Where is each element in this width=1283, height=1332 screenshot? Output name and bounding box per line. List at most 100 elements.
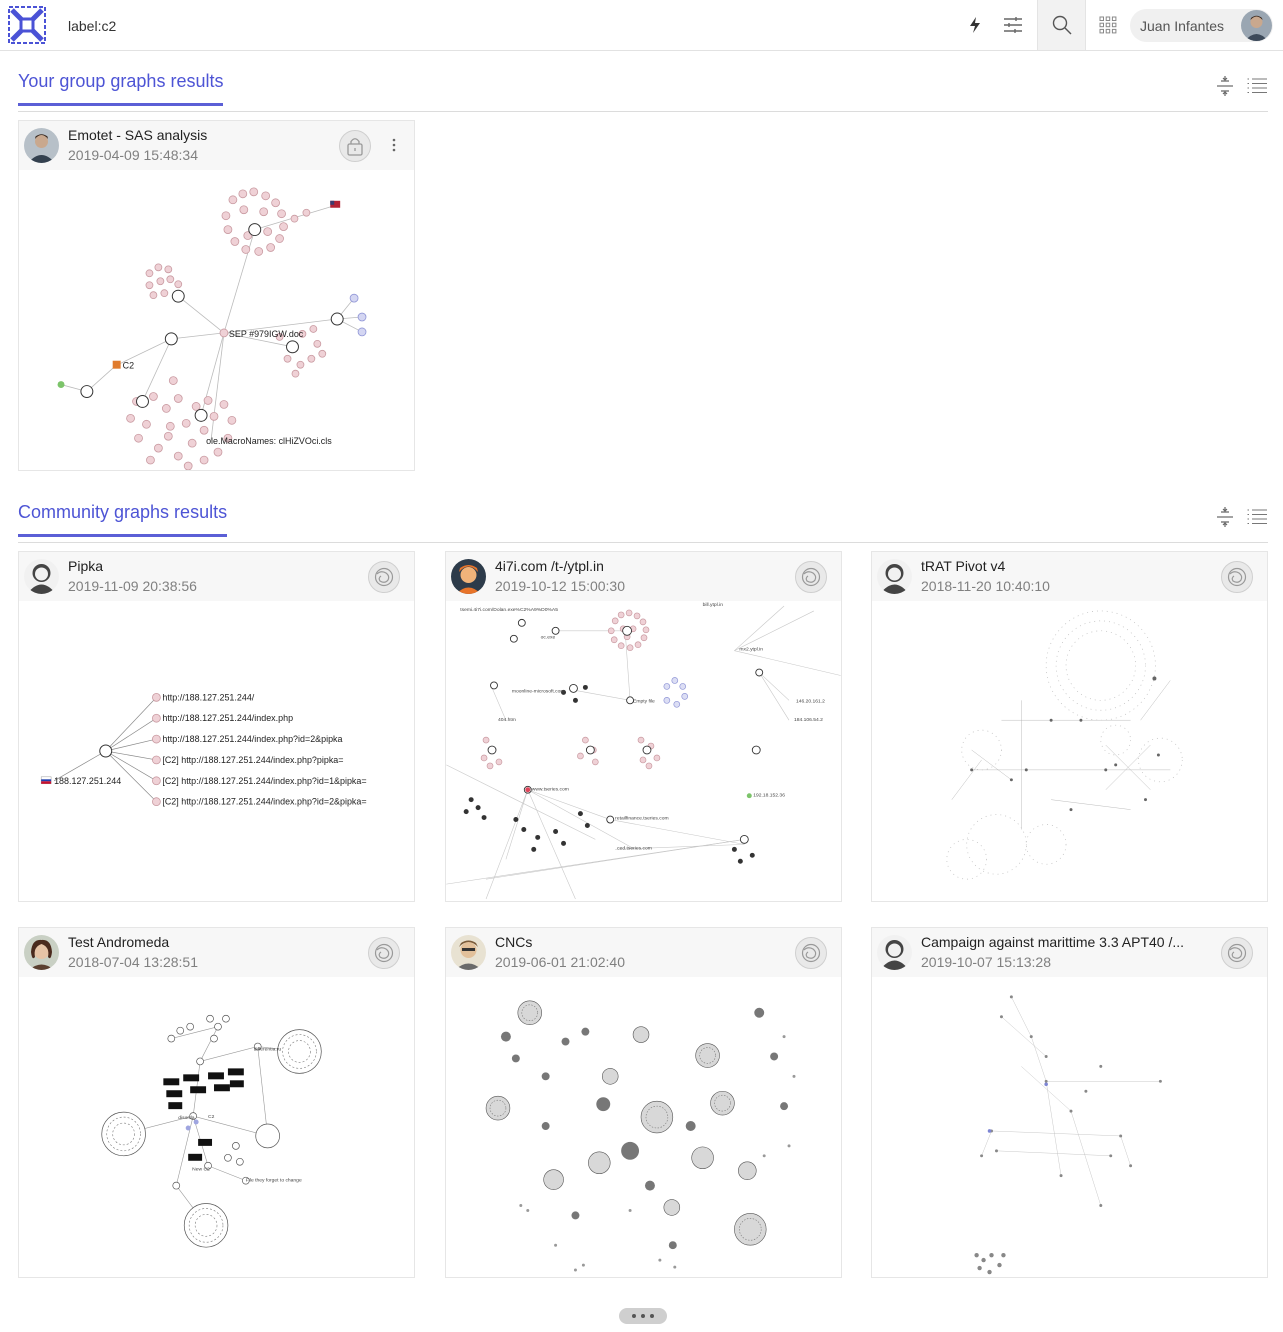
card-date: 2019-10-07 15:13:28 — [921, 954, 1051, 970]
community-section-header: Community graphs results — [18, 501, 1268, 543]
graph-label: oc.exe — [541, 636, 556, 641]
graph-label: SEP #979IGW.doc — [229, 329, 304, 339]
list-view-icon[interactable] — [1246, 506, 1268, 528]
card-title: Campaign against marittime 3.3 APT40 /..… — [921, 934, 1185, 950]
load-more-button[interactable] — [619, 1308, 667, 1324]
search-query[interactable]: label:c2 — [68, 0, 116, 50]
graph-label: tsemi.4i7i.com/Dolan.exe%C2%A9%D0%A5 — [460, 607, 558, 613]
card-title: Pipka — [68, 558, 104, 574]
graph-label: disorda — [178, 1115, 194, 1121]
graph-label: 184.106.54.2 — [794, 717, 823, 723]
group-section-header: Your group graphs results — [18, 70, 1268, 112]
graph-preview[interactable] — [872, 601, 1267, 901]
collapse-icon[interactable] — [1214, 75, 1236, 97]
community-icon — [1221, 937, 1253, 969]
card-title: 4i7i.com /t-/ytpl.in — [495, 558, 604, 574]
card-date: 2018-07-04 13:28:51 — [68, 954, 198, 970]
avatar — [24, 128, 59, 163]
graph-label: www.tseries.com — [532, 787, 569, 793]
graph-card-cncs[interactable]: CNCs 2019-06-01 21:02:40 — [445, 927, 842, 1278]
card-header: 4i7i.com /t-/ytpl.in 2019-10-12 15:00:30 — [446, 552, 841, 601]
list-view-icon[interactable] — [1246, 75, 1268, 97]
graph-label: bill.ytpl.in — [703, 602, 724, 608]
avatar — [877, 559, 912, 594]
collapse-icon[interactable] — [1214, 506, 1236, 528]
graph-card-andromeda[interactable]: Test Andromeda 2018-07-04 13:28:51 diffe… — [18, 927, 415, 1278]
logo-icon[interactable] — [0, 0, 54, 50]
community-icon — [795, 561, 827, 593]
card-date: 2018-11-20 10:40:10 — [921, 578, 1050, 594]
graph-label: http://188.127.251.244/ — [162, 692, 254, 702]
community-icon — [368, 561, 400, 593]
group-section-title[interactable]: Your group graphs results — [18, 70, 224, 106]
card-title: Test Andromeda — [68, 934, 170, 950]
card-title: tRAT Pivot v4 — [921, 558, 1006, 574]
graph-preview[interactable] — [446, 977, 841, 1277]
graph-label: 404.htm — [498, 717, 516, 723]
graph-label: File they forget to change — [246, 1178, 302, 1184]
card-date: 2019-06-01 21:02:40 — [495, 954, 625, 970]
card-header: Pipka 2019-11-09 20:38:56 — [19, 552, 414, 601]
graph-preview[interactable]: tsemi.4i7i.com/Dolan.exe%C2%A9%D0%A5 oc.… — [446, 601, 841, 901]
graph-label: [C2] http://188.127.251.244/index.php?id… — [162, 776, 366, 786]
user-menu[interactable]: Juan Infantes — [1130, 9, 1273, 42]
graph-label: ced.tseries.com — [617, 845, 652, 851]
card-title: Emotet - SAS analysis — [68, 127, 208, 143]
graph-label: New C2 — [192, 1167, 210, 1173]
avatar — [451, 935, 486, 970]
card-date: 2019-04-09 15:48:34 — [68, 147, 198, 163]
graph-label: http://188.127.251.244/index.php?id=2&pi… — [162, 734, 342, 744]
graph-label: http://188.127.251.244/index.php — [162, 713, 293, 723]
graph-label: differentia.ru — [254, 1047, 282, 1053]
graph-preview[interactable]: SEP #979IGW.doc C2 ole.MacroNames: clHiZ… — [19, 170, 414, 470]
graph-label: 146.20.161.2 — [796, 698, 825, 704]
graph-card-4i7i[interactable]: 4i7i.com /t-/ytpl.in 2019-10-12 15:00:30 — [445, 551, 842, 902]
graph-label: 192.18.152.36 — [753, 793, 785, 799]
card-header: Test Andromeda 2018-07-04 13:28:51 — [19, 928, 414, 977]
card-date: 2019-10-12 15:00:30 — [495, 578, 625, 594]
community-icon — [795, 937, 827, 969]
search-button[interactable] — [1037, 0, 1086, 50]
card-header: CNCs 2019-06-01 21:02:40 — [446, 928, 841, 977]
lock-icon — [339, 130, 371, 162]
graph-label: [C2] http://188.127.251.244/index.php?pi… — [162, 755, 343, 765]
graph-card-trat[interactable]: tRAT Pivot v4 2018-11-20 10:40:10 — [871, 551, 1268, 902]
graph-label: C2 — [208, 1114, 215, 1120]
apps-grid-icon[interactable] — [1088, 0, 1128, 50]
hub-nodes — [80, 223, 344, 422]
graph-card-pipka[interactable]: Pipka 2019-11-09 20:38:56 188.127.251.24… — [18, 551, 415, 902]
bolt-icon[interactable] — [955, 0, 995, 50]
search-icon — [1052, 15, 1071, 35]
card-header: Emotet - SAS analysis 2019-04-09 15:48:3… — [19, 121, 414, 170]
graph-card-emotet[interactable]: Emotet - SAS analysis 2019-04-09 15:48:3… — [18, 120, 415, 471]
card-header: tRAT Pivot v4 2018-11-20 10:40:10 — [872, 552, 1267, 601]
graph-label: moonline-microsoft.com — [512, 688, 565, 694]
community-icon — [368, 937, 400, 969]
user-name: Juan Infantes — [1140, 17, 1225, 34]
graph-preview[interactable]: 188.127.251.244 http://188.127.251.244/ … — [19, 601, 414, 901]
card-date: 2019-11-09 20:38:56 — [68, 578, 197, 594]
community-icon — [1221, 561, 1253, 593]
avatar — [451, 559, 486, 594]
graph-label: [C2] http://188.127.251.244/index.php?id… — [162, 797, 366, 807]
more-dots-icon — [632, 1314, 636, 1318]
community-section-title[interactable]: Community graphs results — [18, 501, 228, 537]
card-header: Campaign against marittime 3.3 APT40 /..… — [872, 928, 1267, 977]
card-menu-icon[interactable] — [384, 134, 404, 156]
graph-preview[interactable]: differentia.ru disorda C2 New C2 File th… — [19, 977, 414, 1277]
top-bar: label:c2 Juan Infantes — [0, 0, 1283, 51]
graph-label: ole.MacroNames: clHiZVOci.cls — [206, 436, 332, 446]
avatar — [24, 559, 59, 594]
avatar — [877, 935, 912, 970]
user-avatar — [1241, 10, 1272, 41]
graph-card-campaign[interactable]: Campaign against marittime 3.3 APT40 /..… — [871, 927, 1268, 1278]
graph-label: 188.127.251.244 — [54, 776, 121, 786]
card-title: CNCs — [495, 934, 533, 950]
graph-label: Empty file — [633, 698, 655, 704]
graph-label: mx2.ytpl.in — [739, 647, 763, 653]
graph-label: C2 — [123, 361, 134, 371]
avatar — [24, 935, 59, 970]
sliders-icon[interactable] — [993, 0, 1033, 50]
graph-preview[interactable] — [872, 977, 1267, 1277]
graph-label: retailfinance.tseries.com — [615, 816, 668, 822]
